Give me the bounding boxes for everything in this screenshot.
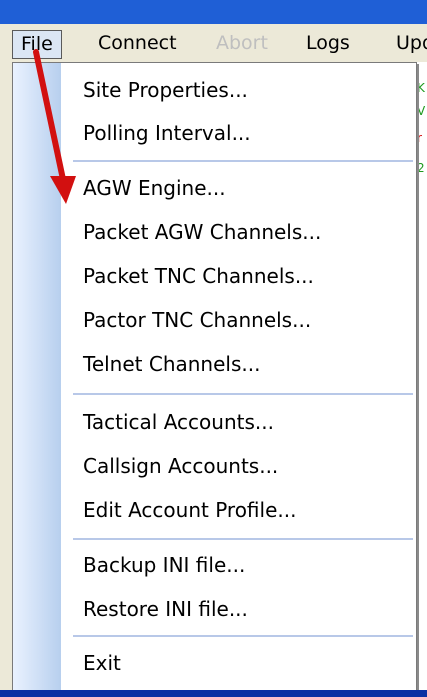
background-text-3: r: [417, 131, 422, 145]
menu-separator: [73, 538, 413, 540]
menu-update[interactable]: Upd: [396, 30, 427, 57]
menu-item-telnet-channels[interactable]: Telnet Channels...: [83, 349, 260, 379]
menu-abort: Abort: [216, 32, 268, 54]
menu-separator: [73, 160, 413, 162]
menu-separator: [73, 393, 413, 395]
background-text-4: 2: [417, 161, 425, 175]
menu-logs[interactable]: Logs: [306, 30, 350, 57]
annotation-arrow-icon: [33, 49, 76, 204]
menu-item-restore-ini[interactable]: Restore INI file...: [83, 594, 248, 624]
menu-item-packet-tnc-channels[interactable]: Packet TNC Channels...: [83, 261, 314, 291]
menu-item-callsign-accounts[interactable]: Callsign Accounts...: [83, 451, 278, 481]
background-text-2: V: [417, 104, 426, 118]
menu-item-tactical-accounts[interactable]: Tactical Accounts...: [83, 407, 274, 437]
menu-item-pactor-tnc-channels[interactable]: Pactor TNC Channels...: [83, 305, 311, 335]
menu-item-packet-agw-channels[interactable]: Packet AGW Channels...: [83, 217, 321, 247]
menu-item-edit-account-profile[interactable]: Edit Account Profile...: [83, 495, 296, 525]
menu-connect[interactable]: Connect: [98, 30, 177, 57]
menu-item-agw-engine[interactable]: AGW Engine...: [83, 173, 226, 203]
menu-item-backup-ini[interactable]: Backup INI file...: [83, 550, 245, 580]
title-bar: [0, 0, 427, 24]
menu-item-exit[interactable]: Exit: [83, 648, 121, 678]
menu-item-polling-interval[interactable]: Polling Interval...: [83, 118, 251, 148]
menu-item-site-properties[interactable]: Site Properties...: [83, 75, 248, 105]
menu-separator: [73, 635, 413, 637]
bottom-window-bar: [0, 690, 427, 697]
background-text-1: K: [417, 81, 425, 95]
